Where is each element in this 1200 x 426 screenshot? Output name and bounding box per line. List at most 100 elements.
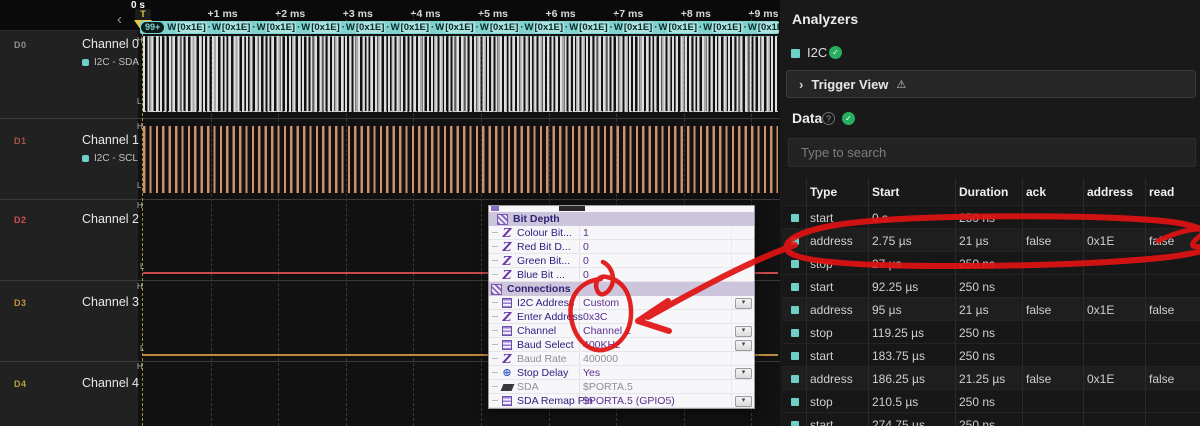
decode-address-pill: [0x1E]	[534, 22, 565, 33]
channel-name[interactable]: Channel 3	[82, 295, 139, 309]
trigger-marker-label[interactable]: T	[135, 9, 151, 20]
property-label: Stop Delay	[517, 367, 568, 379]
trigger-view-bar[interactable]: › Trigger View ⚠	[786, 70, 1196, 98]
popup-section-header[interactable]: Bit Depth	[489, 212, 754, 226]
dropdown-button[interactable]: ▾	[735, 326, 752, 337]
property-value[interactable]: Custom	[583, 297, 619, 309]
channel-name[interactable]: Channel 0	[82, 37, 139, 51]
property-label: Blue Bit ...	[517, 269, 565, 281]
i2c-decode-bubble[interactable]: W[0x1E]	[212, 22, 251, 33]
cell-type: address	[810, 234, 853, 248]
i2c-decode-bubble[interactable]: W[0x1E]	[569, 22, 608, 33]
property-value[interactable]: 0x3C	[583, 311, 608, 323]
i2c-decode-bubble[interactable]: W[0x1E]	[346, 22, 385, 33]
column-header-duration[interactable]: Duration	[959, 185, 1008, 199]
channel-name[interactable]: Channel 1	[82, 133, 139, 147]
property-row[interactable]: ZColour Bit...1	[489, 226, 754, 240]
numeric-field-icon: Z	[503, 353, 512, 365]
column-header-ack[interactable]: ack	[1026, 185, 1046, 199]
column-header-start[interactable]: Start	[872, 185, 899, 199]
cell-type: stop	[810, 257, 833, 271]
analyzer-color-dot	[82, 155, 89, 162]
cell-duration: 21 µs	[959, 234, 989, 248]
property-row[interactable]: SDA Remap Pin$PORTA.5 (GPIO5)▾	[489, 394, 754, 408]
i2c-decode-bubble[interactable]: W[0x1E]	[257, 22, 296, 33]
column-header-address[interactable]: address	[1087, 185, 1133, 199]
property-value[interactable]: Yes	[583, 367, 600, 379]
property-value[interactable]: 400000	[583, 353, 618, 365]
column-header-type[interactable]: Type	[810, 185, 837, 199]
cell-duration: 250 ns	[959, 280, 995, 294]
property-row[interactable]: ZGreen Bit...0	[489, 254, 754, 268]
table-column-divider	[868, 178, 869, 426]
property-row[interactable]: ZEnter Address0x3C	[489, 310, 754, 324]
property-row[interactable]: ChannelChannel 1▾	[489, 324, 754, 338]
table-row[interactable]: start183.75 µs250 ns	[782, 343, 1200, 367]
channel0-waveform[interactable]	[143, 36, 778, 112]
cell-start: 95 µs	[872, 303, 902, 317]
channel-name[interactable]: Channel 2	[82, 212, 139, 226]
property-row[interactable]: ⊕ Stop Delay Yes ▾	[489, 366, 754, 380]
row-color-marker	[791, 421, 799, 426]
table-row[interactable]: start274.75 µs250 ns	[782, 412, 1200, 426]
channel-name[interactable]: Channel 4	[82, 376, 139, 390]
level-marker-high: H	[137, 202, 143, 210]
table-row[interactable]: stop27 µs250 ns	[782, 251, 1200, 275]
table-row[interactable]: start0 s250 ns	[782, 205, 1200, 229]
i2c-decode-bubble[interactable]: W[0x1E]	[659, 22, 698, 33]
i2c-decode-bubble[interactable]: W[0x1E]	[435, 22, 474, 33]
column-header-read[interactable]: read	[1149, 185, 1174, 199]
dropdown-button[interactable]: ▾	[735, 368, 752, 379]
i2c-decode-bubble[interactable]: W[0x1E]	[525, 22, 564, 33]
property-row[interactable]: ZBlue Bit ...0	[489, 268, 754, 282]
decode-address-pill: [0x1E]	[578, 22, 609, 33]
search-input[interactable]	[788, 138, 1196, 167]
cell-read: false	[1149, 234, 1174, 248]
popup-section-header[interactable]: Connections	[489, 282, 754, 296]
property-row[interactable]: ZRed Bit D...0	[489, 240, 754, 254]
property-row[interactable]: I2C AddressCustom▾	[489, 296, 754, 310]
property-label: SDA	[517, 381, 539, 393]
cell-type: address	[810, 372, 853, 386]
property-value[interactable]: 0	[583, 241, 589, 253]
help-icon[interactable]: ?	[822, 112, 835, 125]
property-label: Colour Bit...	[517, 227, 572, 239]
dropdown-button[interactable]: ▾	[735, 396, 752, 407]
channel-analyzer-label[interactable]: I2C - SDA	[82, 57, 139, 68]
column-divider	[731, 352, 732, 365]
i2c-decode-bubble[interactable]: W[0x1E]	[167, 22, 206, 33]
property-label: Baud Rate	[517, 353, 567, 365]
property-value[interactable]: 1	[583, 227, 589, 239]
i2c-decode-bubble[interactable]: W[0x1E]	[748, 22, 779, 33]
property-value[interactable]: 0	[583, 255, 589, 267]
i2c-decode-bubble[interactable]: W[0x1E]	[703, 22, 742, 33]
i2c-decode-bubble[interactable]: W[0x1E]	[391, 22, 430, 33]
property-value[interactable]: $PORTA.5	[583, 381, 633, 393]
property-value[interactable]: Channel 1	[583, 325, 631, 337]
property-value[interactable]: 0	[583, 269, 589, 281]
property-value[interactable]: 400KHz	[583, 339, 620, 351]
channel-analyzer-label[interactable]: I2C - SCL	[82, 153, 138, 164]
property-value[interactable]: $PORTA.5 (GPIO5)	[583, 395, 675, 407]
dropdown-button[interactable]: ▾	[735, 340, 752, 351]
dropdown-button[interactable]: ▾	[735, 298, 752, 309]
table-row[interactable]: address2.75 µs21 µsfalse0x1Efalse	[782, 228, 1200, 252]
ruler-tick-label: +2 ms	[275, 8, 305, 20]
i2c-decode-bubble[interactable]: W[0x1E]	[480, 22, 519, 33]
table-row[interactable]: address186.25 µs21.25 µsfalse0x1Efalse	[782, 366, 1200, 390]
stop-delay-icon: ⊕	[502, 368, 511, 379]
table-row[interactable]: start92.25 µs250 ns	[782, 274, 1200, 298]
property-row[interactable]: Baud Select400KHz▾	[489, 338, 754, 352]
property-row[interactable]: Z Baud Rate 400000	[489, 352, 754, 366]
i2c-decode-strip[interactable]: 99+W[0x1E]·W[0x1E]·W[0x1E]·W[0x1E]·W[0x1…	[140, 21, 779, 34]
table-row[interactable]: address95 µs21 µsfalse0x1Efalse	[782, 297, 1200, 321]
analyzer-item-i2c[interactable]: I2C	[807, 45, 827, 60]
property-row[interactable]: SDA $PORTA.5	[489, 380, 754, 394]
collapse-panel-icon[interactable]: ‹	[117, 13, 122, 27]
tree-connector	[492, 302, 498, 303]
i2c-decode-bubble[interactable]: W[0x1E]	[301, 22, 340, 33]
table-row[interactable]: stop210.5 µs250 ns	[782, 389, 1200, 413]
table-row[interactable]: stop119.25 µs250 ns	[782, 320, 1200, 344]
channel1-waveform[interactable]	[143, 126, 778, 193]
i2c-decode-bubble[interactable]: W[0x1E]	[614, 22, 653, 33]
